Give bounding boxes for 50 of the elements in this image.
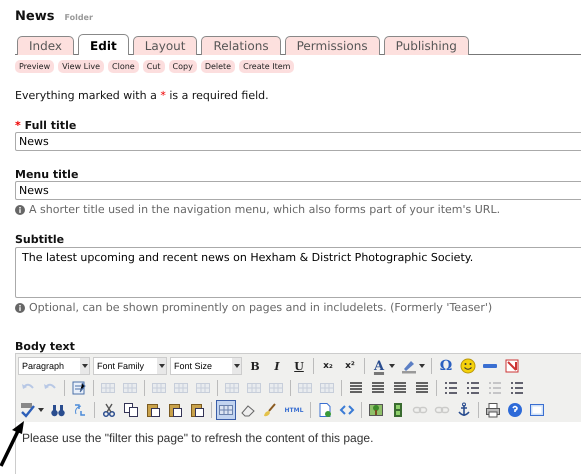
tab[interactable]: Permissions bbox=[284, 36, 380, 55]
info-icon bbox=[15, 204, 25, 214]
action-button[interactable]: Create Item bbox=[239, 60, 294, 73]
tab[interactable]: Layout bbox=[132, 36, 198, 55]
toolbar-button[interactable]: I bbox=[267, 356, 287, 376]
action-button[interactable]: Clone bbox=[108, 60, 139, 73]
caret-icon[interactable] bbox=[82, 364, 88, 368]
caret-icon[interactable] bbox=[234, 364, 240, 368]
toolbar-button[interactable]: x₂ bbox=[318, 356, 338, 376]
tab[interactable]: Index bbox=[17, 36, 74, 55]
help-text: A shorter title used in the navigation menu, which also forms part of your item's URL. bbox=[29, 203, 500, 216]
toolbar-button[interactable]: U bbox=[289, 356, 309, 376]
text-field[interactable]: News bbox=[15, 132, 581, 151]
field-label: Body text bbox=[15, 340, 76, 353]
toolbar-button[interactable]: Ω bbox=[436, 356, 456, 376]
caret-icon[interactable] bbox=[158, 364, 164, 368]
toolbar-button[interactable]: A bbox=[369, 356, 389, 376]
action-button[interactable]: Cut bbox=[142, 60, 165, 73]
help-icon[interactable] bbox=[505, 400, 525, 420]
field-label: * Full title bbox=[15, 119, 78, 132]
toolbar-button[interactable]: B bbox=[245, 356, 265, 376]
format-dropdown[interactable]: Paragraph bbox=[18, 357, 90, 375]
field-label: Menu title bbox=[15, 168, 80, 181]
text-area[interactable]: The latest upcoming and recent news on Hexham & District Photographic Society. bbox=[15, 247, 581, 298]
item-type: Folder bbox=[64, 13, 93, 22]
smiley-icon[interactable] bbox=[458, 356, 478, 376]
action-button[interactable]: Preview bbox=[15, 60, 54, 73]
tab[interactable]: Edit bbox=[78, 34, 129, 55]
format-dropdown[interactable]: Font Family bbox=[93, 357, 167, 375]
required-note: Everything marked with a * is a required field. bbox=[15, 89, 270, 102]
tab[interactable]: Publishing bbox=[384, 36, 469, 55]
action-button[interactable]: View Live bbox=[58, 60, 104, 73]
body-paragraph: Please use the "filter this page" to refresh the content of this page. bbox=[22, 431, 374, 445]
action-button[interactable]: Copy bbox=[168, 60, 197, 73]
action-button[interactable]: Delete bbox=[200, 60, 236, 73]
spellcheck-icon[interactable] bbox=[18, 400, 38, 420]
caret-icon[interactable] bbox=[389, 364, 395, 368]
info-icon bbox=[15, 302, 25, 312]
help-text: Optional, can be shown prominently on pages and in includelets. (Formerly 'Teaser') bbox=[29, 301, 492, 314]
copy-icon[interactable] bbox=[121, 400, 141, 420]
tab[interactable]: Relations bbox=[201, 36, 281, 55]
field-label: Subtitle bbox=[15, 233, 66, 246]
format-dropdown[interactable]: Font Size bbox=[170, 357, 242, 375]
caret-icon[interactable] bbox=[419, 364, 425, 368]
toolbar-button[interactable]: x² bbox=[340, 356, 360, 376]
page-title: News bbox=[15, 9, 54, 24]
table-icon[interactable] bbox=[216, 400, 236, 420]
text-field[interactable]: News bbox=[15, 181, 581, 200]
caret-icon[interactable] bbox=[38, 408, 44, 412]
printer-icon[interactable] bbox=[483, 400, 503, 420]
